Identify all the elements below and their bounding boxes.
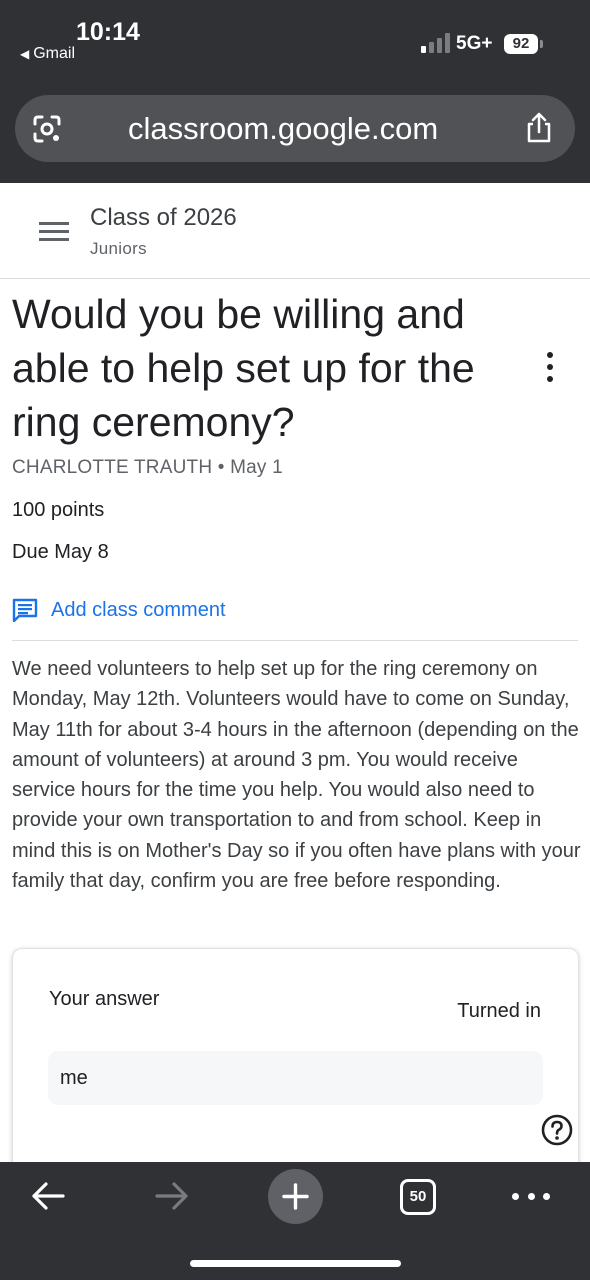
class-name[interactable]: Class of 2026 (90, 204, 237, 232)
kebab-dot (547, 376, 553, 382)
more-dot (512, 1193, 519, 1200)
class-header: Class of 2026 Juniors (0, 183, 590, 279)
kebab-dot (547, 352, 553, 358)
meta-separator: • (217, 457, 225, 478)
help-icon[interactable] (541, 1114, 573, 1146)
plus-icon (282, 1183, 309, 1210)
share-icon[interactable] (524, 112, 554, 144)
submission-status: Turned in (457, 1000, 541, 1022)
network-type: 5G+ (456, 33, 493, 54)
assignment-meta: CHARLOTTE TRAUTH • May 1 (12, 457, 283, 479)
arrow-left-icon[interactable] (30, 1180, 66, 1212)
add-class-comment-button[interactable]: Add class comment (12, 596, 226, 624)
arrow-right-icon[interactable] (154, 1180, 190, 1212)
assignment-title: Would you be willing and able to help se… (12, 291, 475, 445)
more-dot (527, 1193, 535, 1200)
new-tab-button[interactable] (268, 1169, 323, 1224)
answer-value: me (60, 1067, 88, 1089)
back-to-app-link[interactable]: ◀ Gmail (20, 45, 75, 63)
browser-bottom-bar: 50 (0, 1162, 590, 1280)
divider (12, 640, 578, 641)
tab-switcher-button[interactable]: 50 (400, 1179, 436, 1215)
assignment-description: We need volunteers to help set up for th… (12, 658, 581, 893)
due-date: Due May 8 (12, 541, 109, 563)
assignment-points: 100 points (12, 499, 105, 521)
your-answer-label: Your answer (49, 988, 160, 1010)
class-section: Juniors (90, 239, 147, 258)
battery-nub (540, 40, 543, 48)
url-text[interactable]: classroom.google.com (128, 111, 438, 147)
back-app-label: Gmail (33, 45, 76, 62)
browser-top-chrome: 10:14 ◀ Gmail 5G+ 92 classroom.google.co… (0, 0, 590, 183)
add-class-comment-label[interactable]: Add class comment (51, 599, 226, 622)
comment-icon (12, 598, 38, 622)
address-bar[interactable]: classroom.google.com (15, 95, 575, 162)
battery-icon: 92 (504, 34, 538, 54)
status-time: 10:14 (76, 18, 140, 46)
tab-count: 50 (409, 1188, 427, 1205)
home-indicator[interactable] (190, 1260, 401, 1267)
hamburger-menu-icon[interactable] (39, 221, 69, 243)
cellular-signal-icon (421, 33, 450, 53)
back-triangle-icon: ◀ (20, 47, 30, 61)
lens-icon[interactable] (32, 114, 62, 144)
author-name: CHARLOTTE TRAUTH (12, 457, 213, 478)
more-options-icon[interactable] (538, 352, 562, 382)
posted-date: May 1 (230, 457, 283, 478)
more-horiz-icon[interactable] (512, 1193, 550, 1201)
answer-field[interactable]: me (48, 1051, 543, 1105)
more-dot (543, 1193, 550, 1200)
battery-level: 92 (512, 35, 530, 52)
kebab-dot (547, 364, 553, 370)
